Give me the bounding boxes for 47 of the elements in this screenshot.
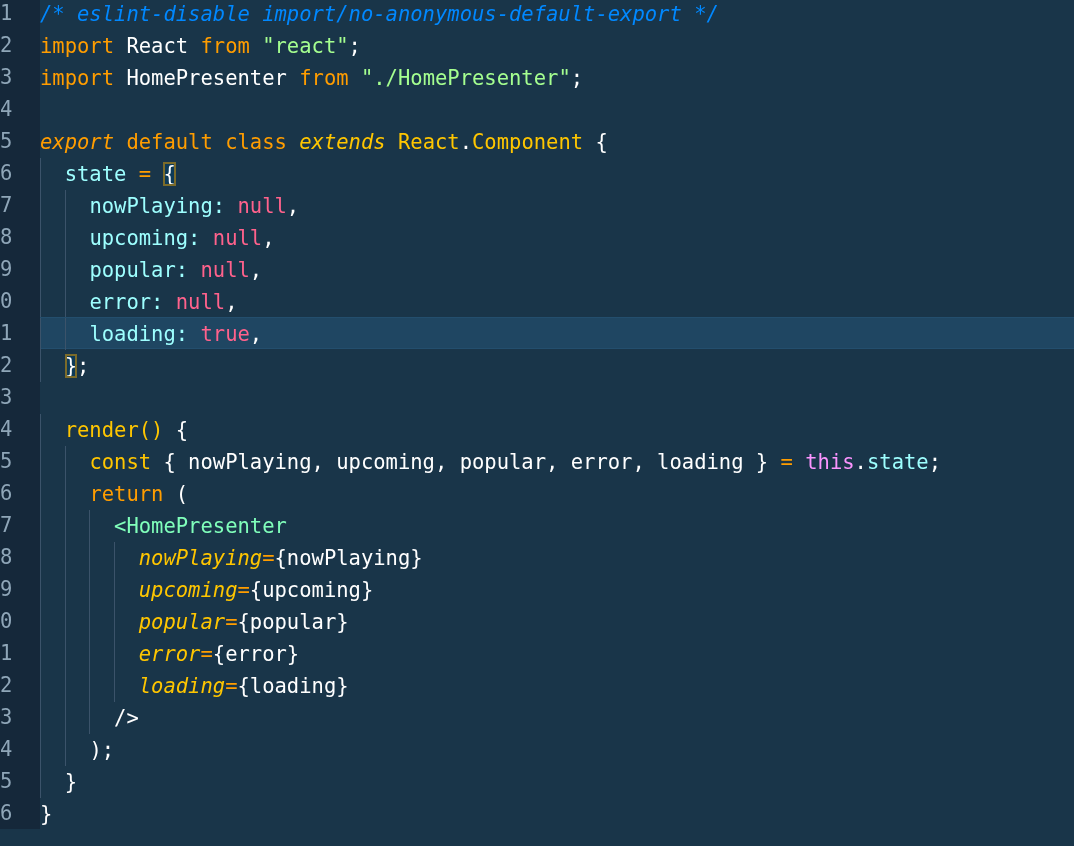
code-line: import React from "react"; [40,33,362,60]
line-number: 5 [0,448,13,475]
line-number: 1 [0,0,13,27]
line-number: 5 [0,128,13,155]
line-number: 3 [0,64,13,91]
code-line: export default class extends React.Component { [40,129,609,156]
line-number: 0 [0,288,13,315]
line-number: 9 [0,576,13,603]
code-line: error: null, [40,285,1074,317]
code-line: <HomePresenter [40,509,1074,541]
code-line: nowPlaying: null, [40,189,1074,221]
code-line: popular: null, [40,253,1074,285]
line-number: 8 [0,224,13,251]
code-line: /> [40,701,1074,733]
line-number: 9 [0,256,13,283]
line-number: 4 [0,736,13,763]
line-number: 7 [0,192,13,219]
code-line: /* eslint-disable import/no-anonymous-default-export */ [40,1,720,28]
line-number: 4 [0,416,13,443]
line-number: 6 [0,800,13,827]
line-number: 2 [0,672,13,699]
code-line: loading={loading} [40,669,1074,701]
line-number: 8 [0,544,13,571]
line-number: 2 [0,32,13,59]
code-line: ); [40,733,1074,765]
code-line: } [40,765,1074,797]
code-line: render() { [40,413,1074,445]
line-number: 0 [0,608,13,635]
line-number: 2 [0,352,13,379]
line-number: 3 [0,384,13,411]
code-line: const { nowPlaying, upcoming, popular, error, loading } = this.state; [40,445,1074,477]
code-line: } [40,801,54,828]
line-number: 6 [0,480,13,507]
code-line: popular={popular} [40,605,1074,637]
code-line: upcoming: null, [40,221,1074,253]
code-line: upcoming={upcoming} [40,573,1074,605]
line-number: 6 [0,160,13,187]
line-number: 1 [0,320,13,347]
line-number: 4 [0,96,13,123]
code-line: import HomePresenter from "./HomePresenter"; [40,65,585,92]
line-number: 7 [0,512,13,539]
code-line: return ( [40,477,1074,509]
code-line: error={error} [40,637,1074,669]
line-number: 5 [0,768,13,795]
code-line: nowPlaying={nowPlaying} [40,541,1074,573]
line-number: 1 [0,640,13,667]
line-number: 3 [0,704,13,731]
